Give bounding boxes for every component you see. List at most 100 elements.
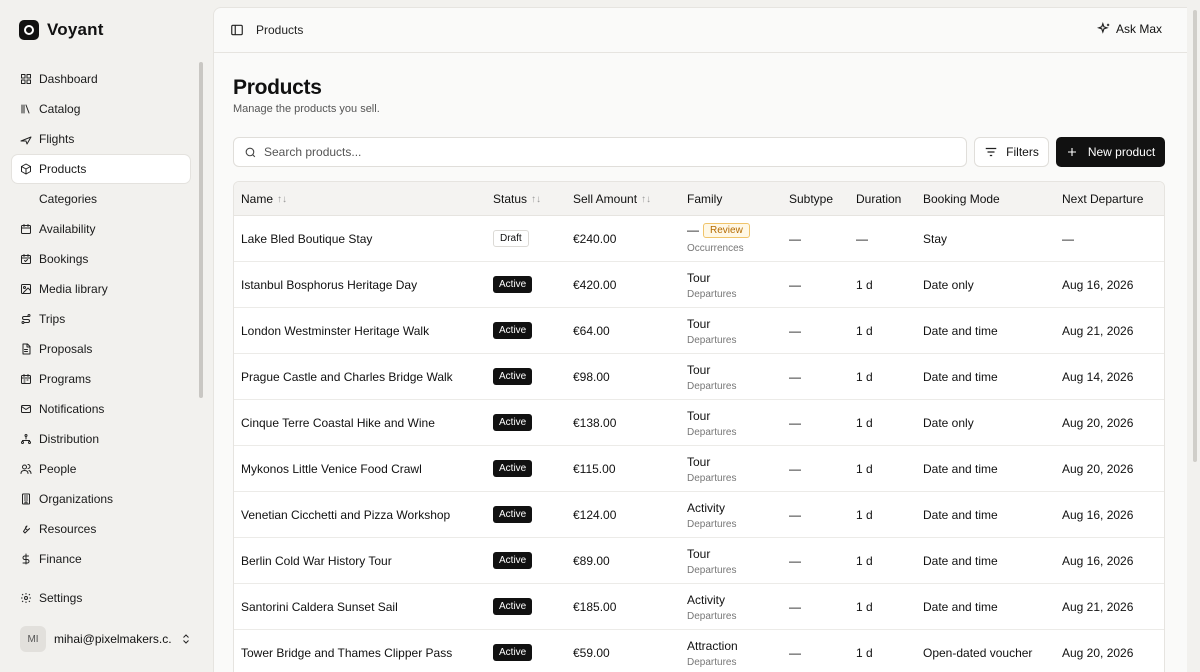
plus-icon [1067,148,1076,156]
sell-amount: €59.00 [573,646,610,660]
search-input[interactable] [264,145,966,159]
sidebar-item-distribution[interactable]: Distribution [12,425,190,453]
sidebar-item-trips[interactable]: Trips [12,305,190,333]
sidebar-item-categories[interactable]: Categories [12,185,190,213]
family-subtext: Departures [687,335,737,346]
sidebar-item-dashboard[interactable]: Dashboard [12,65,190,93]
next-departure-value: Aug 21, 2026 [1062,600,1134,614]
table-row[interactable]: Mykonos Little Venice Food Crawl Active €1… [234,446,1164,492]
status-badge: Active [493,644,533,661]
duration-value: 1 d [856,324,873,338]
sidebar-item-finance[interactable]: Finance [12,545,190,573]
table-row[interactable]: Cinque Terre Coastal Hike and Wine Active… [234,400,1164,446]
network-icon [20,433,32,445]
table-row[interactable]: Prague Castle and Charles Bridge Walk Act… [234,354,1164,400]
sell-amount: €98.00 [573,370,610,384]
column-header-family: Family [687,192,722,206]
brand[interactable]: Voyant [19,20,104,40]
filters-button[interactable]: Filters [974,137,1049,167]
column-header-status[interactable]: Status ↑↓ [493,192,541,206]
sort-icon[interactable]: ↑↓ [641,194,651,205]
sort-icon[interactable]: ↑↓ [531,194,541,205]
users-icon [20,463,32,475]
status-badge: Active [493,414,533,431]
route-icon [20,313,32,325]
sidebar-item-label: Notifications [39,402,105,416]
sidebar-item-people[interactable]: People [12,455,190,483]
booking-mode-value: Date and time [923,508,998,522]
sidebar-item-label: Dashboard [39,72,98,86]
mail-icon [20,403,32,415]
status-badge: Draft [493,230,529,247]
next-departure-value: Aug 14, 2026 [1062,370,1134,384]
review-badge[interactable]: Review [703,223,750,239]
duration-value: 1 d [856,462,873,476]
sell-amount: €124.00 [573,508,617,522]
sidebar-item-label: Trips [39,312,66,326]
column-header-name[interactable]: Name ↑↓ [241,192,287,206]
building-icon [20,493,32,505]
column-header-label: Subtype [789,192,834,206]
table-row[interactable]: London Westminster Heritage Walk Active €6… [234,308,1164,354]
product-name: Lake Bled Boutique Stay [241,232,373,246]
column-header-sell-amount[interactable]: Sell Amount ↑↓ [573,192,651,206]
breadcrumb[interactable]: Products [256,23,303,37]
product-name: Venetian Cicchetti and Pizza Workshop [241,508,451,522]
family-subtext: Departures [687,657,737,668]
sidebar-item-availability[interactable]: Availability [12,215,190,243]
dollar-icon [20,553,32,565]
new-product-button[interactable]: New product [1056,137,1165,167]
sidebar-item-proposals[interactable]: Proposals [12,335,190,363]
next-departure-value: Aug 21, 2026 [1062,324,1134,338]
booking-mode-value: Stay [923,232,948,246]
family-value: Tour [687,455,711,469]
sidebar-item-catalog[interactable]: Catalog [12,95,190,123]
booking-mode-value: Date and time [923,324,998,338]
sidebar-item-media-library[interactable]: Media library [12,275,190,303]
sidebar-item-programs[interactable]: Programs [12,365,190,393]
column-header-label: Booking Mode [923,192,1000,206]
family-value-group: — Review [687,223,750,239]
family-subtext: Departures [687,289,737,300]
user-menu[interactable]: MI mihai@pixelmakers.c... [20,626,192,652]
sidebar-scrollbar[interactable] [199,62,203,398]
sidebar: Voyant Dashboard Catalog Flights Products Ca… [0,0,212,672]
table-row[interactable]: Lake Bled Boutique Stay Draft €240.00 — Revi… [234,216,1164,262]
table-row[interactable]: Tower Bridge and Thames Clipper Pass Acti… [234,630,1164,672]
column-header-booking-mode: Booking Mode [923,192,1000,206]
sidebar-item-flights[interactable]: Flights [12,125,190,153]
table-row[interactable]: Venetian Cicchetti and Pizza Workshop Act… [234,492,1164,538]
sidebar-item-organizations[interactable]: Organizations [12,485,190,513]
ask-max-button[interactable]: Ask Max [1096,22,1162,36]
product-name: Mykonos Little Venice Food Crawl [241,462,422,476]
family-subtext: Departures [687,473,737,484]
status-badge: Active [493,276,533,293]
table-row[interactable]: Berlin Cold War History Tour Active €89.00… [234,538,1164,584]
sidebar-item-bookings[interactable]: Bookings [12,245,190,273]
family-subtext: Departures [687,611,737,622]
sidebar-item-label: Organizations [39,492,114,506]
sidebar-item-settings[interactable]: Settings [12,584,190,612]
dashboard-icon [20,73,32,85]
sell-amount: €115.00 [573,462,616,476]
sidebar-item-notifications[interactable]: Notifications [12,395,190,423]
sidebar-item-label: Proposals [39,342,93,356]
status-badge: Active [493,460,533,477]
sidebar-item-label: Availability [39,222,96,236]
sidebar-item-resources[interactable]: Resources [12,515,190,543]
main-scrollbar[interactable] [1193,10,1197,462]
subtype-value: — [789,324,801,338]
sidebar-toggle-icon[interactable] [230,23,244,37]
package-icon [20,163,32,175]
search-icon [245,147,256,157]
product-name: Istanbul Bosphorus Heritage Day [241,278,418,292]
table-row[interactable]: Santorini Caldera Sunset Sail Active €185.… [234,584,1164,630]
sidebar-item-label: Distribution [39,432,100,446]
search-box[interactable] [233,137,967,167]
table-row[interactable]: Istanbul Bosphorus Heritage Day Active €42… [234,262,1164,308]
booking-mode-value: Date only [923,416,974,430]
sort-icon[interactable]: ↑↓ [277,194,287,205]
calendar-days-icon [20,373,32,385]
product-name: Santorini Caldera Sunset Sail [241,600,398,614]
sidebar-item-products[interactable]: Products [12,155,190,183]
